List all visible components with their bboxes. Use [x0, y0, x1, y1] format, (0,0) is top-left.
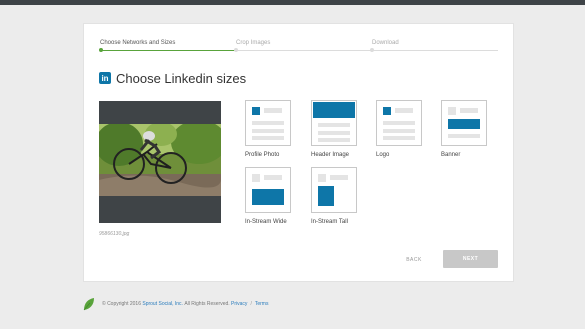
linkedin-icon: in — [99, 72, 111, 84]
stepper-progress — [100, 50, 236, 51]
size-option-logo[interactable] — [376, 100, 422, 146]
back-button[interactable]: BACK — [394, 253, 434, 267]
wizard-card: Choose Networks and Sizes Crop Images Do… — [83, 23, 514, 282]
footer: © Copyright 2016 Sprout Social, Inc. All… — [83, 297, 268, 311]
image-filename: 95866130.jpg — [99, 231, 130, 237]
size-option-in-stream-wide[interactable] — [245, 167, 291, 213]
size-label-header-image: Header Image — [311, 152, 350, 158]
size-label-logo: Logo — [376, 152, 390, 158]
step-download-label: Download — [372, 40, 399, 46]
size-option-banner[interactable] — [441, 100, 487, 146]
footer-separator: / — [250, 301, 252, 307]
size-option-header-image[interactable] — [311, 100, 357, 146]
rights-text: All Rights Reserved. — [184, 301, 230, 307]
step-dot-crop — [234, 48, 238, 52]
company-link[interactable]: Sprout Social, Inc. — [142, 301, 183, 307]
size-label-profile-photo: Profile Photo — [245, 152, 280, 158]
step-crop-label: Crop Images — [236, 40, 271, 46]
size-label-in-stream-tall: In-Stream Tall — [311, 219, 348, 225]
photo-bmx-rider — [99, 124, 221, 196]
terms-link[interactable]: Terms — [255, 301, 269, 307]
size-option-profile-photo[interactable] — [245, 100, 291, 146]
privacy-link[interactable]: Privacy — [231, 301, 247, 307]
step-networks-label: Choose Networks and Sizes — [100, 40, 176, 46]
top-bar — [0, 0, 585, 5]
step-dot-download — [370, 48, 374, 52]
page-title: Choose Linkedin sizes — [116, 70, 247, 86]
image-preview — [99, 101, 221, 223]
copyright-text: © Copyright 2016 — [102, 301, 141, 307]
sprout-logo-icon — [83, 298, 94, 311]
next-button[interactable]: NEXT — [443, 250, 498, 268]
size-label-banner: Banner — [441, 152, 461, 158]
step-dot-networks — [99, 48, 103, 52]
page-heading: in Choose Linkedin sizes — [99, 70, 247, 86]
size-option-in-stream-tall[interactable] — [311, 167, 357, 213]
size-label-in-stream-wide: In-Stream Wide — [245, 219, 287, 225]
